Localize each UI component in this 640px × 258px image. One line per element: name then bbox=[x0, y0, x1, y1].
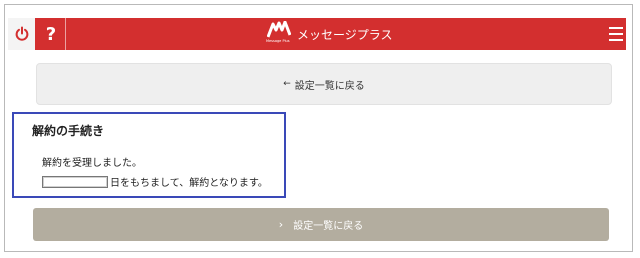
brand-title: メッセージプラス bbox=[297, 27, 393, 42]
arrow-left-icon: ← bbox=[283, 79, 291, 89]
brand: Message Plus メッセージプラス bbox=[266, 20, 393, 47]
message-plus-logo: Message Plus bbox=[266, 20, 292, 47]
app-header: ? Message Plus メッセージプラス bbox=[8, 18, 626, 50]
notice-accepted-text: 解約を受理しました。 bbox=[42, 158, 142, 169]
redacted-date bbox=[42, 175, 108, 188]
help-button[interactable]: ? bbox=[37, 18, 66, 50]
back-to-settings-bottom-label: 設定一覧に戻る bbox=[293, 221, 364, 232]
hamburger-menu-icon[interactable] bbox=[606, 18, 626, 50]
logo-subtext: Message Plus bbox=[266, 39, 290, 43]
power-icon bbox=[15, 26, 28, 41]
question-icon: ? bbox=[45, 23, 57, 45]
back-to-settings-bottom-button[interactable]: › 設定一覧に戻る bbox=[33, 208, 609, 241]
back-to-settings-label: 設定一覧に戻る bbox=[294, 80, 365, 92]
notice-title: 解約の手続き bbox=[32, 124, 105, 138]
notice-date-suffix: 日をもちまして、解約となります。 bbox=[110, 178, 268, 189]
back-to-settings-top-button[interactable]: ← 設定一覧に戻る bbox=[36, 63, 612, 105]
notice-date-line: 日をもちまして、解約となります。 bbox=[42, 174, 268, 189]
power-button[interactable] bbox=[8, 18, 35, 50]
chevron-right-icon: › bbox=[278, 218, 284, 231]
